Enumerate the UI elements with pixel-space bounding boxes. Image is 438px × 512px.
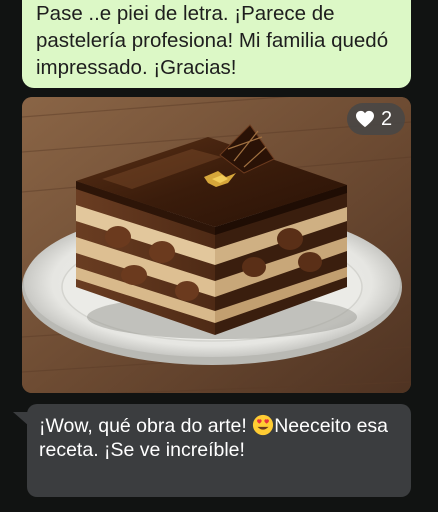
outgoing-message-text: Pase ..e piei de letra. ¡Parece de paste… xyxy=(36,2,394,79)
incoming-message-text-part1: ¡Wow, qué obra do arte! xyxy=(39,415,253,437)
reaction-badge[interactable]: 2 xyxy=(347,103,405,135)
heart-eyes-emoji xyxy=(253,414,274,436)
image-message[interactable]: 2 xyxy=(22,97,411,393)
heart-icon xyxy=(356,110,374,128)
outgoing-message-bubble[interactable]: Pase ..e piei de letra. ¡Parece de paste… xyxy=(22,0,411,88)
bubble-tail xyxy=(13,412,29,426)
reaction-count: 2 xyxy=(381,107,393,130)
cake-photo xyxy=(22,97,411,393)
incoming-message-bubble[interactable]: ¡Wow, qué obra do arte! Neeceito esa rec… xyxy=(13,404,411,497)
incoming-message-text: ¡Wow, qué obra do arte! Neeceito esa rec… xyxy=(39,414,397,462)
